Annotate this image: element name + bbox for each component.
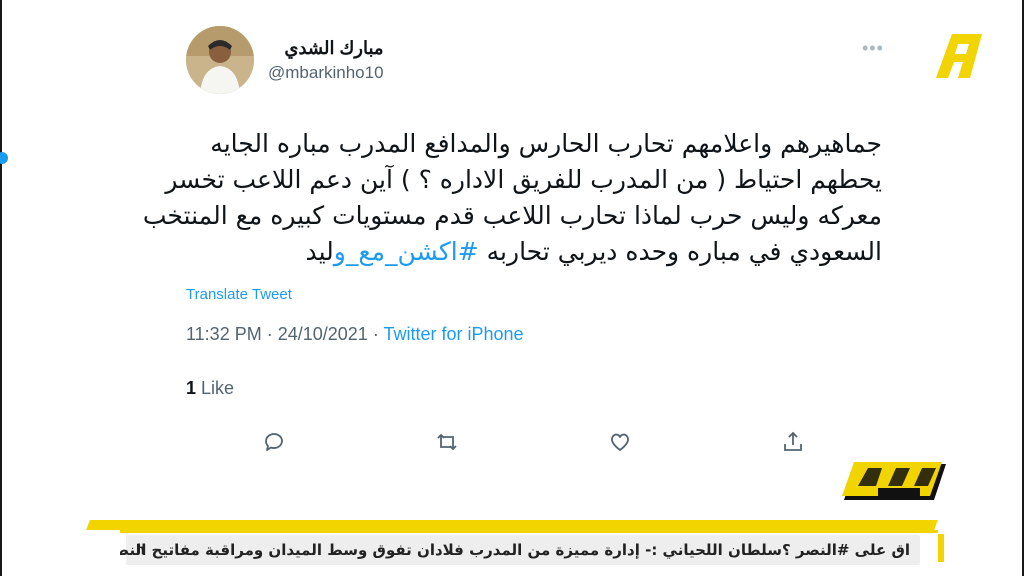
tweet-body-line: جماهيرهم واعلامهم تحارب الحارس والمدافع … — [210, 129, 882, 158]
tweet-time[interactable]: 11:32 PM — [186, 324, 262, 344]
tweet-source[interactable]: Twitter for iPhone — [383, 324, 523, 344]
tweet-body-line: معركه وليس حرب لماذا تحارب اللاعب قدم مس… — [142, 201, 882, 230]
channel-logo — [936, 34, 982, 78]
reply-icon[interactable] — [262, 430, 286, 454]
program-logo — [842, 462, 946, 500]
tweet-author[interactable]: مبارك الشدي @mbarkinho10 — [268, 38, 384, 83]
likes-label: Like — [201, 378, 235, 398]
author-name[interactable]: مبارك الشدي — [268, 38, 383, 59]
info-dot-icon — [0, 152, 8, 164]
meta-separator: · — [261, 324, 278, 344]
likes-count[interactable]: 1 Like — [186, 378, 234, 399]
ticker-side-accent — [938, 534, 944, 562]
hashtag-link[interactable]: #اكشن_مع_و — [334, 237, 479, 266]
tweet-body: جماهيرهم واعلامهم تحارب الحارس والمدافع … — [142, 126, 882, 270]
tweet-action-bar — [0, 430, 1024, 454]
ticker-accent-bar — [86, 520, 938, 530]
likes-number: 1 — [186, 378, 197, 398]
news-ticker: h اق على #النصر ؟سلطان اللحياني :- إدارة… — [120, 530, 938, 567]
author-handle[interactable]: @mbarkinho10 — [268, 63, 384, 83]
hashtag-suffix: ليد — [305, 237, 334, 266]
ticker-background: h اق على #النصر ؟سلطان اللحياني :- إدارة… — [120, 535, 920, 565]
translate-tweet-link[interactable]: Translate Tweet — [186, 286, 292, 303]
tweet-date[interactable]: 24/10/2021 — [278, 324, 368, 344]
avatar-image — [186, 26, 254, 94]
more-horizontal-icon[interactable]: ••• — [862, 38, 884, 59]
meta-separator: · — [367, 324, 384, 344]
tweet-meta: 11:32 PM · 24/10/2021 · Twitter for iPho… — [186, 324, 524, 345]
tweet-body-line-last: السعودي في مباره وحده ديربي تحاربه #اكشن… — [182, 234, 882, 270]
tweet-body-text: السعودي في مباره وحده ديربي تحاربه — [478, 237, 882, 266]
heart-icon[interactable] — [608, 430, 632, 454]
avatar[interactable] — [186, 26, 254, 94]
share-icon[interactable] — [781, 430, 805, 454]
ticker-text: اق على #النصر ؟سلطان اللحياني :- إدارة م… — [120, 541, 910, 559]
retweet-icon[interactable] — [435, 430, 459, 454]
tweet-body-line: يحطهم احتياط ( من المدرب للفريق الاداره … — [165, 165, 882, 194]
